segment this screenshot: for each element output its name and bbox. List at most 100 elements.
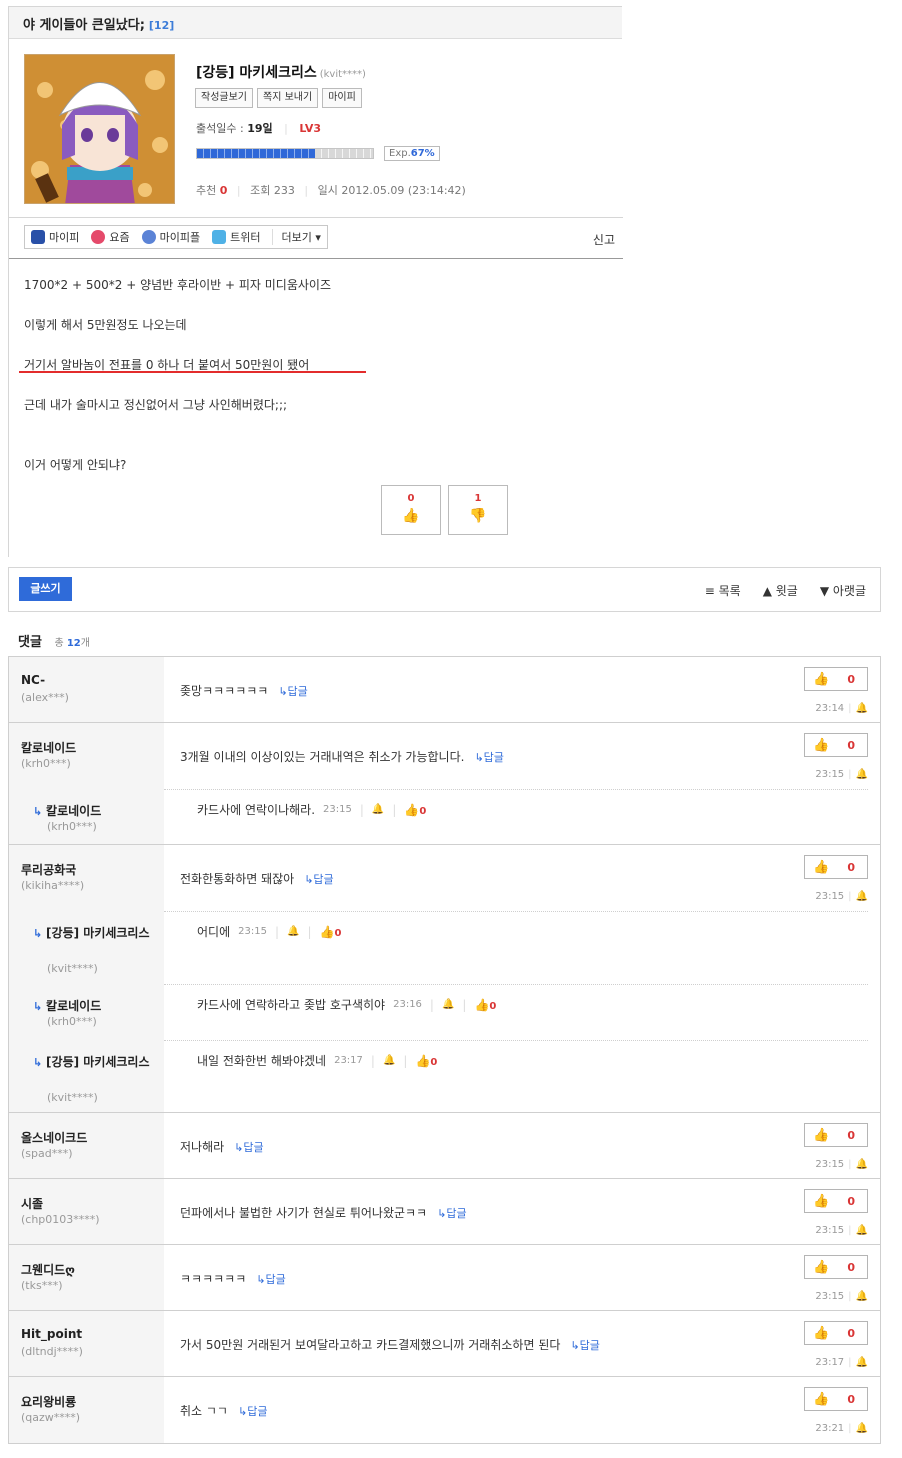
subcomment-author-id: (krh0***): [47, 820, 97, 833]
comment-text: 던파에서나 불법한 사기가 현실로 튀어나왔군ㅋㅋ ↳답글: [180, 1204, 467, 1221]
comment-like-button[interactable]: 👍 0: [804, 1189, 868, 1213]
comment-time: 23:15: [815, 1159, 845, 1170]
twitter-icon: [212, 230, 227, 244]
bell-icon[interactable]: 🔔: [856, 769, 868, 780]
post-line: 이거 어떻게 안되냐?: [24, 458, 127, 472]
comment-like-count: 0: [847, 860, 855, 874]
comment-text: 3개월 이내의 이상이있는 거래내역은 취소가 가능합니다. ↳답글: [180, 748, 504, 765]
share-yozm[interactable]: 요즘: [91, 229, 130, 245]
subcomment-author[interactable]: ↳ 칼로네이드: [33, 802, 153, 821]
bell-icon[interactable]: 🔔: [372, 804, 384, 815]
subcomment-text-line: 어디에 23:15 | 🔔 | 👍0: [197, 924, 342, 940]
reply-link[interactable]: ↳답글: [304, 873, 333, 886]
comment-text: ㅋㅋㅋㅋㅋㅋ ↳답글: [180, 1270, 286, 1287]
reply-link[interactable]: ↳답글: [570, 1339, 599, 1352]
upvote-button[interactable]: 0 👍: [381, 485, 441, 535]
bell-icon[interactable]: 🔔: [856, 1291, 868, 1302]
subcomment-like-button[interactable]: 👍0: [474, 998, 496, 1012]
view-posts-button[interactable]: 작성글보기: [195, 88, 253, 108]
downvote-button[interactable]: 1 👎: [448, 485, 508, 535]
mypi-button[interactable]: 마이피: [322, 88, 362, 108]
subcomment-author[interactable]: ↳ [강등] 마키세크리스: [33, 1053, 153, 1072]
bell-icon[interactable]: 🔔: [856, 891, 868, 902]
comment-author[interactable]: 시졸: [21, 1195, 43, 1212]
mypi-icon: [31, 230, 45, 244]
subcomment-like-button[interactable]: 👍0: [415, 1054, 437, 1068]
write-button[interactable]: 글쓰기: [19, 577, 72, 601]
prev-post-link[interactable]: ▲ 윗글: [763, 582, 798, 599]
comments-header: 댓글 총 12개: [18, 631, 90, 650]
send-message-button[interactable]: 쪽지 보내기: [257, 88, 319, 108]
comment-like-button[interactable]: 👍 0: [804, 855, 868, 879]
comment-like-button[interactable]: 👍 0: [804, 1255, 868, 1279]
comment-time: 23:15: [815, 1225, 845, 1236]
comment-like-button[interactable]: 👍 0: [804, 733, 868, 757]
text-underline: [19, 371, 366, 373]
comment-row: 시졸 (chp0103****) 던파에서나 불법한 사기가 현실로 튀어나왔군ㅋㅋ…: [9, 1179, 880, 1245]
comment-like-button[interactable]: 👍 0: [804, 667, 868, 691]
subcomment-like-button[interactable]: 👍0: [404, 803, 426, 817]
share-more-dropdown[interactable]: 더보기 ▾: [272, 229, 321, 245]
comment-time-line: 23:17 | 🔔: [815, 1357, 868, 1368]
next-label: 아랫글: [832, 584, 866, 598]
reply-link[interactable]: ↳답글: [234, 1141, 263, 1154]
comment-main: 루리공화국 (kikiha****) 전화한통화하면 돼잖아 ↳답글 👍 0 23:15 | 🔔: [9, 845, 880, 911]
subcomment-author[interactable]: ↳ 칼로네이드: [33, 997, 153, 1016]
subcomment-like-button[interactable]: 👍0: [320, 925, 342, 939]
share-mypeople-label: 마이피플: [159, 231, 201, 244]
share-twitter-label: 트위터: [230, 231, 261, 244]
post-title: 야 게이들아 큰일났다;: [23, 18, 145, 33]
share-mypeople[interactable]: 마이피플: [141, 229, 201, 245]
comment-author[interactable]: NC-: [21, 673, 45, 687]
author-name-text: [강등] 마키세크리스: [196, 65, 317, 81]
report-link[interactable]: 신고: [593, 231, 615, 248]
bell-icon[interactable]: 🔔: [856, 703, 868, 714]
bell-icon[interactable]: 🔔: [383, 1055, 395, 1066]
comment-author[interactable]: 요리왕비룡: [21, 1393, 76, 1410]
comment-author[interactable]: 루리공화국: [21, 861, 76, 878]
reply-link[interactable]: ↳답글: [256, 1273, 285, 1286]
exp-tag: Exp.67%: [384, 146, 440, 161]
comment-text: 취소 ㄱㄱ ↳답글: [180, 1402, 267, 1419]
comment-like-count: 0: [847, 1392, 855, 1406]
next-post-link[interactable]: ▼ 아랫글: [820, 582, 866, 599]
share-mypi[interactable]: 마이피: [31, 229, 79, 245]
views-value: 233: [273, 184, 295, 197]
action-bar: 글쓰기 ≡ 목록 ▲ 윗글 ▼ 아랫글: [8, 567, 881, 612]
attendance-label: 출석일수 :: [196, 122, 244, 135]
post-comment-count[interactable]: [12]: [149, 19, 174, 32]
comment-like-button[interactable]: 👍 0: [804, 1321, 868, 1345]
comment-text-body: 취소 ㄱㄱ: [180, 1404, 228, 1418]
comment-author[interactable]: Hit_point: [21, 1327, 82, 1341]
thumbs-up-icon: 👍: [319, 924, 335, 939]
comment-author[interactable]: 올스네이크드: [21, 1129, 87, 1146]
bell-icon[interactable]: 🔔: [856, 1423, 868, 1434]
post-line: 1700*2 + 500*2 + 양념반 후라이반 + 피자 미디움사이즈: [24, 278, 331, 292]
comment-time: 23:21: [815, 1423, 845, 1434]
bell-icon[interactable]: 🔔: [856, 1357, 868, 1368]
bell-icon[interactable]: 🔔: [856, 1225, 868, 1236]
comment-time: 23:15: [815, 769, 845, 780]
comment-main: NC- (alex***) 좆망ㅋㅋㅋㅋㅋㅋ ↳답글 👍 0 23:14 | 🔔: [9, 657, 880, 723]
comment-author[interactable]: 그웬디드ღ: [21, 1261, 75, 1278]
author-name[interactable]: [강등] 마키세크리스 (kvit****): [196, 62, 366, 82]
comment-like-button[interactable]: 👍 0: [804, 1123, 868, 1147]
list-link[interactable]: ≡ 목록: [705, 582, 741, 599]
reply-link[interactable]: ↳답글: [437, 1207, 466, 1220]
comment-time: 23:14: [815, 703, 845, 714]
bell-icon[interactable]: 🔔: [287, 926, 299, 937]
bell-icon[interactable]: 🔔: [442, 999, 454, 1010]
reply-link[interactable]: ↳답글: [278, 685, 307, 698]
views-label: 조회: [250, 184, 271, 197]
share-twitter[interactable]: 트위터: [212, 229, 260, 245]
comment-like-count: 0: [847, 1260, 855, 1274]
subcomment: ↳ [강등] 마키세크리스 (kvit****) 내일 전화한번 해봐야겠네 23:1…: [9, 1040, 880, 1113]
reply-link[interactable]: ↳답글: [238, 1405, 267, 1418]
post-line: 근데 내가 술마시고 정신없어서 그냥 사인해버렸다;;;: [24, 398, 288, 412]
bell-icon[interactable]: 🔔: [856, 1159, 868, 1170]
comment-like-button[interactable]: 👍 0: [804, 1387, 868, 1411]
author-profile: [강등] 마키세크리스 (kvit****) 작성글보기 쪽지 보내기 마이피 출…: [9, 40, 623, 218]
reply-link[interactable]: ↳답글: [474, 751, 503, 764]
subcomment-author[interactable]: ↳ [강등] 마키세크리스: [33, 924, 153, 943]
comment-author[interactable]: 칼로네이드: [21, 739, 76, 756]
